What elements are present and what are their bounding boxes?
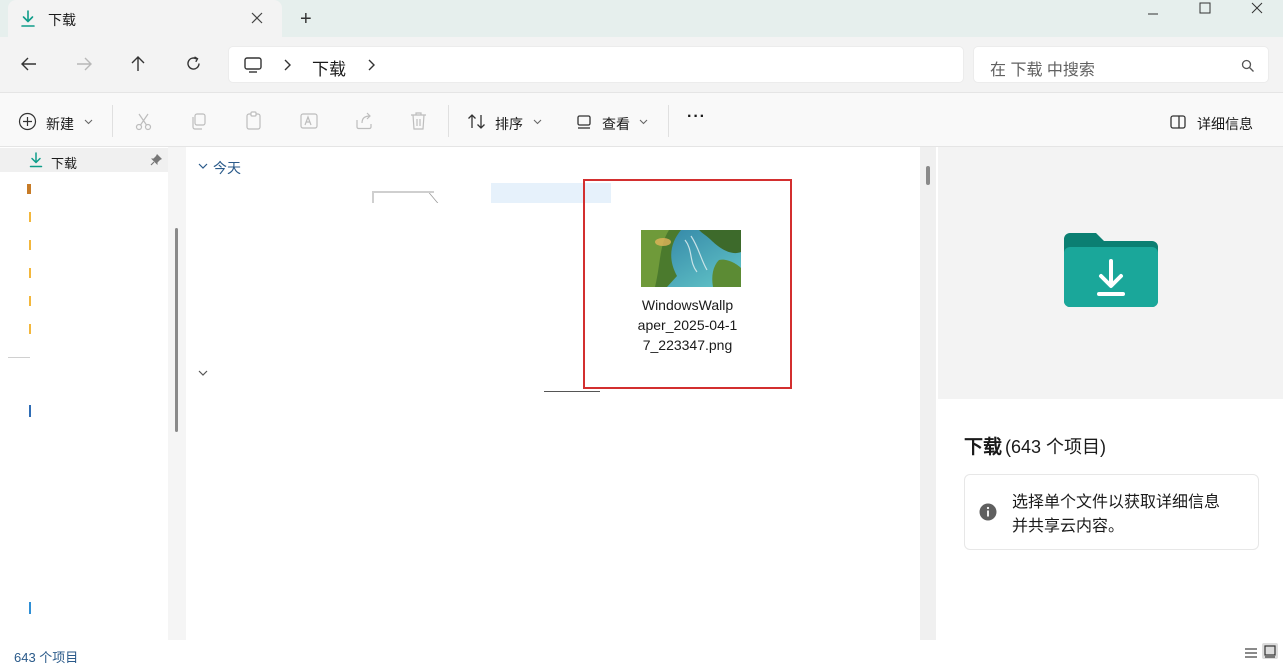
- navigation-pane: [0, 147, 186, 640]
- forward-button[interactable]: [75, 56, 93, 72]
- chevron-down-icon[interactable]: [84, 119, 93, 125]
- chevron-right-icon[interactable]: [283, 58, 293, 72]
- command-bar: 新建 排序 查看 ··· 详细信息: [0, 92, 1283, 147]
- details-hint-line: 选择单个文件以获取详细信息: [1012, 494, 1221, 511]
- list-view-icon[interactable]: [1244, 646, 1258, 660]
- details-info-card: 选择单个文件以获取详细信息 并共享云内容。: [964, 474, 1259, 550]
- minimize-button[interactable]: [1146, 7, 1160, 21]
- downloads-folder-icon: [1062, 231, 1160, 309]
- sort-button[interactable]: 排序: [495, 114, 523, 134]
- status-item-count: 643 个项目: [14, 650, 79, 665]
- view-button[interactable]: 查看: [602, 114, 630, 134]
- info-icon: [979, 503, 997, 521]
- search-placeholder: 在 下载 中搜索: [990, 62, 1095, 79]
- chevron-down-icon[interactable]: [639, 119, 648, 125]
- details-pane-icon: [1169, 114, 1187, 130]
- nav-folder-icon: [29, 324, 31, 334]
- new-tab-button[interactable]: +: [300, 8, 312, 31]
- search-box[interactable]: 在 下载 中搜索: [973, 46, 1269, 83]
- sort-icon: [467, 113, 487, 130]
- tab-downloads[interactable]: 下载: [8, 0, 282, 37]
- nav-item-downloads[interactable]: 下载: [0, 148, 168, 172]
- cut-icon[interactable]: [134, 112, 153, 131]
- paste-icon[interactable]: [244, 111, 263, 131]
- maximize-button[interactable]: [1198, 1, 1212, 15]
- chevron-right-icon[interactable]: [367, 58, 377, 72]
- nav-network-icon: [29, 602, 31, 614]
- close-tab-icon[interactable]: [250, 11, 264, 25]
- file-item-windows-wallpaper[interactable]: WindowsWallp aper_2025-04-1 7_223347.png: [583, 179, 792, 389]
- group-header-today[interactable]: 今天: [213, 158, 241, 178]
- chevron-down-icon[interactable]: [198, 370, 208, 377]
- details-folder-count: (643 个项目): [1005, 437, 1107, 457]
- nav-folder-icon: [29, 240, 31, 250]
- close-window-button[interactable]: [1250, 1, 1264, 15]
- pin-icon[interactable]: [150, 153, 163, 166]
- rename-icon[interactable]: [299, 111, 319, 131]
- download-icon: [20, 10, 36, 28]
- search-icon[interactable]: [1241, 59, 1255, 73]
- nav-drive-icon: [29, 405, 31, 417]
- view-icon: [576, 114, 593, 130]
- refresh-button[interactable]: [185, 55, 202, 72]
- new-button[interactable]: 新建: [46, 114, 74, 134]
- chevron-down-icon[interactable]: [198, 163, 208, 170]
- nav-folder-icon: [29, 268, 31, 278]
- content-scroll-thumb[interactable]: [926, 166, 930, 185]
- nav-scroll-thumb[interactable]: [175, 228, 178, 432]
- file-name-line: aper_2025-04-1: [637, 317, 738, 333]
- details-folder-name: 下载: [964, 437, 1003, 458]
- breadcrumb-downloads[interactable]: 下载: [312, 55, 346, 80]
- computer-icon[interactable]: [243, 56, 263, 74]
- separator: [668, 105, 669, 137]
- plus-circle-icon: [18, 112, 37, 131]
- delete-icon[interactable]: [409, 111, 428, 131]
- download-icon: [29, 152, 43, 168]
- tab-title: 下载: [48, 12, 76, 28]
- nav-divider: [8, 357, 30, 358]
- details-preview: [938, 147, 1283, 399]
- separator: [112, 105, 113, 137]
- nav-folder-icon: [27, 184, 31, 194]
- nav-folder-icon: [29, 296, 31, 306]
- back-button[interactable]: [20, 56, 38, 72]
- file-list: 今天 WindowsWallp aper_2025-04-1 7_223347.…: [188, 147, 920, 640]
- details-hint-line: 并共享云内容。: [1012, 518, 1125, 535]
- status-bar: 643 个项目: [0, 640, 1283, 665]
- content-scrollbar[interactable]: [920, 147, 936, 640]
- file-name-line: WindowsWallp: [641, 297, 734, 313]
- image-thumbnail: [641, 230, 741, 287]
- up-button[interactable]: [130, 55, 146, 73]
- chevron-down-icon[interactable]: [533, 119, 542, 125]
- separator: [448, 105, 449, 137]
- details-button[interactable]: 详细信息: [1197, 114, 1253, 134]
- copy-icon[interactable]: [189, 112, 208, 131]
- group-divider: [544, 391, 600, 392]
- nav-folder-icon: [29, 212, 31, 222]
- tile-view-button[interactable]: [1262, 643, 1278, 659]
- nav-item-label: 下载: [51, 156, 78, 171]
- more-options-button[interactable]: ···: [687, 108, 706, 126]
- file-name-line: 7_223347.png: [642, 337, 733, 353]
- address-bar[interactable]: 下载: [228, 46, 964, 83]
- share-icon[interactable]: [354, 111, 374, 131]
